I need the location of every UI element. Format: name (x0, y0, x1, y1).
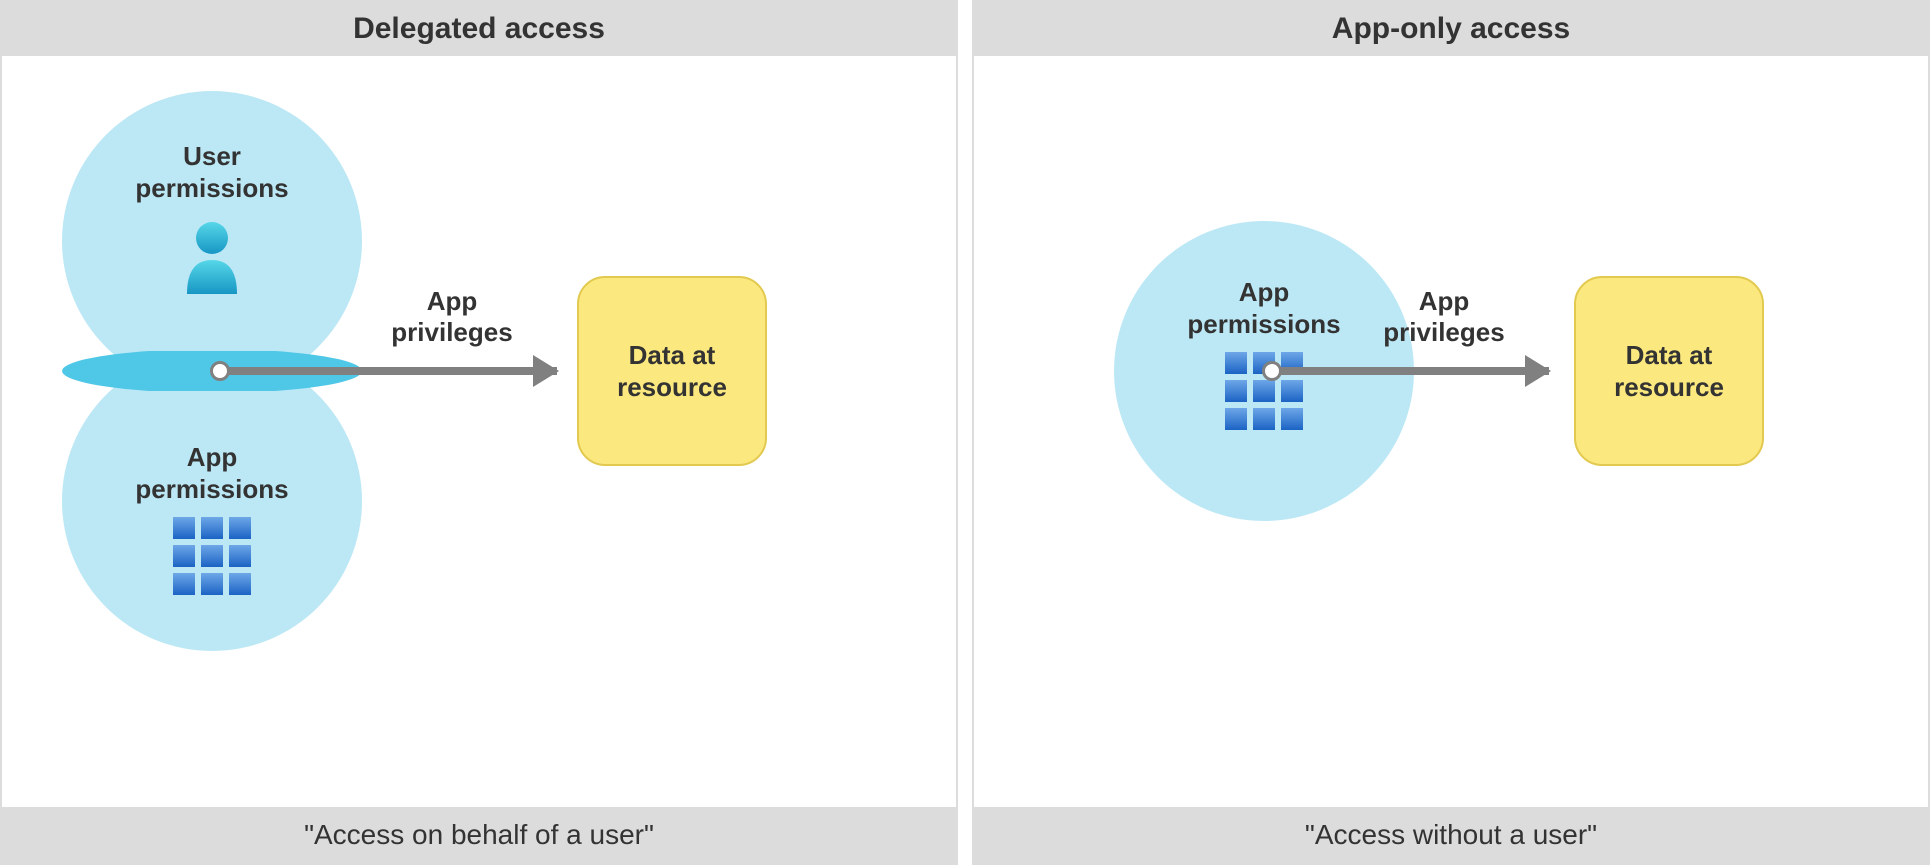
user-icon (177, 216, 247, 301)
app-permissions-label-right: Apppermissions (1187, 277, 1340, 339)
user-permissions-label: Userpermissions (135, 141, 288, 203)
app-privileges-arrow-left (217, 367, 557, 375)
app-permissions-label-left: Apppermissions (135, 442, 288, 504)
app-privileges-label-left: Appprivileges (382, 286, 522, 348)
panel-title-left: Delegated access (2, 2, 956, 56)
grid-icon (173, 517, 251, 600)
data-at-resource-box-left: Data atresource (577, 276, 767, 466)
app-only-access-panel: App-only access Apppermissions Appprivi (972, 0, 1930, 865)
panel-body-left: Userpermissions Apppermissions (2, 56, 956, 807)
app-permissions-circle-left: Apppermissions (62, 351, 362, 651)
app-privileges-arrow-right (1269, 367, 1549, 375)
app-privileges-label-right: Appprivileges (1374, 286, 1514, 348)
delegated-access-panel: Delegated access Userpermissions App (0, 0, 958, 865)
data-at-resource-box-right: Data atresource (1574, 276, 1764, 466)
panel-footer-right: "Access without a user" (974, 807, 1928, 863)
panel-footer-left: "Access on behalf of a user" (2, 807, 956, 863)
panel-title-right: App-only access (974, 2, 1928, 56)
panel-body-right: Apppermissions Appprivileges Data atreso… (974, 56, 1928, 807)
user-permissions-circle: Userpermissions (62, 91, 362, 391)
